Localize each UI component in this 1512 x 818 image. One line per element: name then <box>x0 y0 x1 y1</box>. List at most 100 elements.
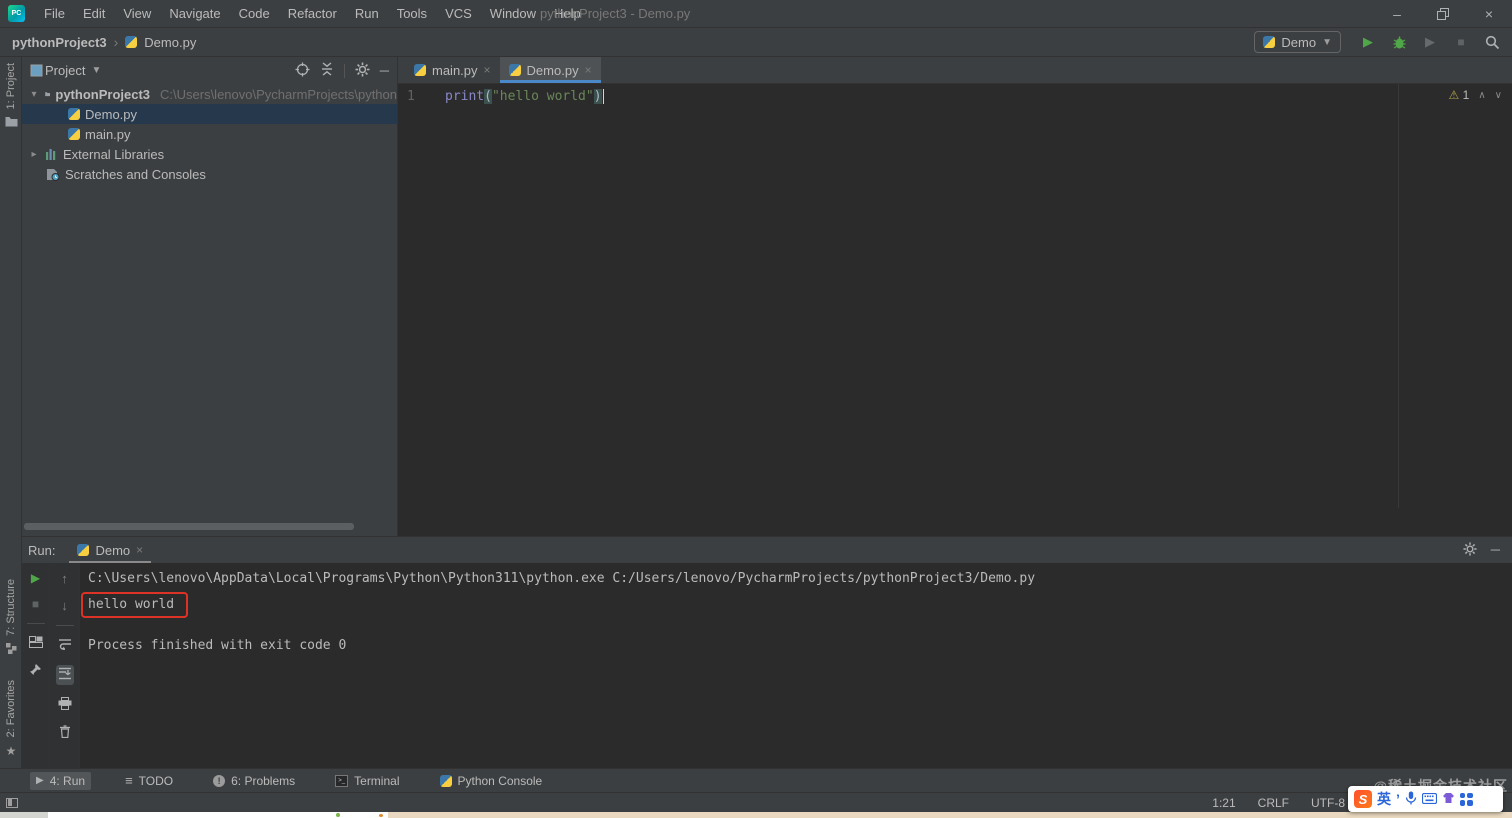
window-close-button[interactable]: × <box>1466 0 1512 28</box>
caret-position[interactable]: 1:21 <box>1212 796 1235 810</box>
tree-item-root[interactable]: ▾ pythonProject3 C:\Users\lenovo\Pycharm… <box>22 84 397 104</box>
window-restore-button[interactable] <box>1420 0 1466 28</box>
code-editor[interactable]: 1 print("hello world") ⚠ 1 ∧ ∨ <box>398 84 1512 536</box>
ime-skin-button[interactable] <box>1442 792 1455 807</box>
run-config-selector[interactable]: Demo ▼ <box>1254 31 1341 53</box>
hide-run-panel-button[interactable]: ─ <box>1491 542 1500 559</box>
up-stacktrace-button[interactable]: ↑ <box>61 571 68 586</box>
window-controls: – × <box>1374 0 1512 28</box>
menu-file[interactable]: File <box>35 6 74 21</box>
locate-file-button[interactable] <box>295 62 310 80</box>
todo-list-icon: ≡ <box>125 773 133 788</box>
tool-window-button-terminal[interactable]: >_ Terminal <box>329 772 405 790</box>
run-console[interactable]: C:\Users\lenovo\AppData\Local\Programs\P… <box>80 563 1512 769</box>
folder-icon <box>45 92 51 97</box>
project-settings-button[interactable] <box>355 62 370 80</box>
python-file-icon <box>68 128 80 140</box>
horizontal-scrollbar[interactable] <box>24 523 354 530</box>
restore-layout-button[interactable] <box>28 636 43 651</box>
tab-demo-py[interactable]: Demo.py × <box>499 57 601 83</box>
tool-window-button-favorites[interactable]: 2: Favorites ★ <box>0 674 22 764</box>
close-icon[interactable]: × <box>484 63 491 77</box>
run-settings-button[interactable] <box>1463 541 1477 559</box>
project-tool-window: Project ▼ ─ ▾ pythonProject3 C:\Users\le <box>22 57 398 536</box>
soft-wrap-button[interactable] <box>58 638 72 653</box>
breadcrumb-project[interactable]: pythonProject3 <box>12 35 107 50</box>
pin-icon <box>30 664 41 675</box>
window-minimize-button[interactable]: – <box>1374 0 1420 28</box>
stripe-bottom-group: 7: Structure 2: Favorites ★ <box>0 573 22 764</box>
down-stacktrace-button[interactable]: ↓ <box>61 598 68 613</box>
menu-vcs[interactable]: VCS <box>436 6 481 21</box>
menu-refactor[interactable]: Refactor <box>279 6 346 21</box>
pycharm-window: PC File Edit View Navigate Code Refactor… <box>0 0 1512 818</box>
clear-console-button[interactable] <box>59 725 71 741</box>
tool-window-label: TODO <box>138 773 174 788</box>
file-encoding[interactable]: UTF-8 <box>1311 796 1345 810</box>
ime-language-toggle[interactable]: 英 <box>1377 789 1391 809</box>
hide-panel-button[interactable]: ─ <box>380 63 389 78</box>
skin-icon <box>1442 792 1454 803</box>
tree-item-main-py[interactable]: main.py <box>22 124 397 144</box>
ime-punctuation-toggle[interactable]: ’ <box>1396 792 1400 806</box>
menu-code[interactable]: Code <box>230 6 279 21</box>
tool-window-button-problems[interactable]: ! 6: Problems <box>207 772 301 790</box>
menu-run[interactable]: Run <box>346 6 388 21</box>
restore-icon <box>1437 7 1449 20</box>
tool-window-bar: ▶ 4: Run ≡ TODO ! 6: Problems >_ Termina… <box>0 768 1512 792</box>
tree-item-demo-py[interactable]: Demo.py <box>22 104 397 124</box>
keyboard-icon <box>1421 792 1437 804</box>
tool-window-button-project[interactable]: 1: Project <box>0 57 22 133</box>
breadcrumb-file[interactable]: Demo.py <box>144 35 196 50</box>
python-file-icon <box>77 544 90 556</box>
run-tab-demo[interactable]: Demo × <box>69 537 151 563</box>
menu-edit[interactable]: Edit <box>74 6 114 21</box>
tree-item-label: External Libraries <box>63 146 165 162</box>
menu-navigate[interactable]: Navigate <box>160 6 229 21</box>
project-panel-header: Project ▼ ─ <box>22 57 397 84</box>
tool-window-button-python-console[interactable]: Python Console <box>434 772 549 790</box>
menu-tools[interactable]: Tools <box>388 6 436 21</box>
previous-problem-button[interactable]: ∧ <box>1478 90 1485 101</box>
tool-window-button-structure[interactable]: 7: Structure <box>0 573 22 660</box>
line-separator[interactable]: CRLF <box>1258 796 1289 810</box>
scroll-to-end-button[interactable] <box>55 665 74 685</box>
pin-tab-button[interactable] <box>29 663 42 679</box>
tree-item-scratches[interactable]: Scratches and Consoles <box>22 164 397 184</box>
chevron-collapsed-icon[interactable]: ▸ <box>28 149 40 160</box>
right-margin-guide <box>1398 84 1399 508</box>
tree-item-external-libraries[interactable]: ▸ External Libraries <box>22 144 397 164</box>
tab-main-py[interactable]: main.py × <box>405 57 500 83</box>
ime-toolbox-icon[interactable] <box>1459 792 1473 806</box>
scratches-icon <box>47 168 60 181</box>
line-number: 1 <box>407 88 415 104</box>
next-problem-button[interactable]: ∨ <box>1495 90 1502 101</box>
menu-view[interactable]: View <box>114 6 160 21</box>
close-icon[interactable]: × <box>136 543 143 557</box>
debug-button[interactable] <box>1389 32 1409 52</box>
toolbar-divider <box>343 63 345 78</box>
close-icon[interactable]: × <box>585 63 592 77</box>
scroll-to-end-icon <box>58 667 71 680</box>
sogou-logo-icon[interactable]: S <box>1354 790 1372 808</box>
tool-window-button-todo[interactable]: ≡ TODO <box>119 771 179 790</box>
menu-window[interactable]: Window <box>481 6 545 21</box>
rerun-button[interactable]: ▶ <box>31 571 40 585</box>
chevron-expanded-icon[interactable]: ▾ <box>28 89 40 100</box>
project-panel-title[interactable]: Project <box>45 63 85 78</box>
run-with-coverage-button[interactable]: ▶ <box>1420 32 1440 52</box>
search-everywhere-button[interactable] <box>1482 32 1502 52</box>
tool-window-button-run[interactable]: ▶ 4: Run <box>30 771 92 790</box>
collapse-all-button[interactable] <box>320 62 334 79</box>
print-button[interactable] <box>58 697 72 713</box>
collapse-all-icon <box>321 62 332 76</box>
stop-button[interactable]: ■ <box>1451 32 1471 52</box>
python-file-icon <box>508 64 521 76</box>
run-button[interactable]: ▶ <box>1358 32 1378 52</box>
ime-toolbar: S 英 ’ <box>1348 786 1503 812</box>
console-command-line: C:\Users\lenovo\AppData\Local\Programs\P… <box>88 571 1036 586</box>
tool-window-toggle-icon[interactable] <box>6 797 18 808</box>
ime-keyboard-button[interactable] <box>1421 792 1437 807</box>
stop-process-button[interactable]: ■ <box>32 597 39 611</box>
ime-voice-button[interactable] <box>1405 791 1417 808</box>
